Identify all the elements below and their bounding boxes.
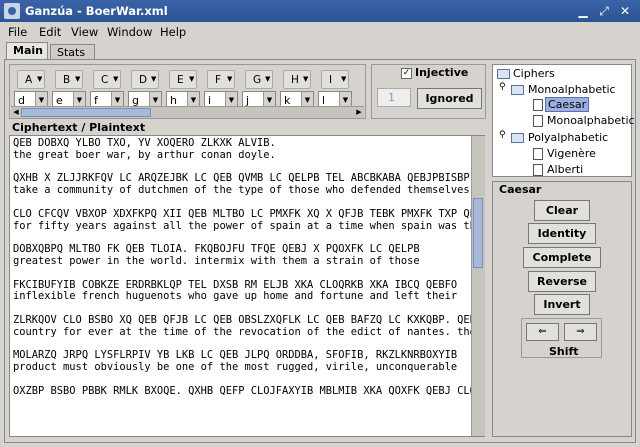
down-arrow-icon: ▼ [189,75,195,83]
key-letter-button[interactable]: I ▼ [321,70,349,89]
tab-stats[interactable]: Stats [50,44,95,60]
injective-label: Injective [415,66,469,79]
tree-root-ciphers[interactable]: Ciphers [513,67,555,80]
cipher-tree: Ciphers ⚲ Monoalphabetic Caesar Monoalph… [492,64,635,177]
file-icon [533,164,543,176]
menu-view[interactable]: View [71,25,98,39]
close-icon[interactable]: ✕ [617,3,633,19]
tree-group-polyalphabetic[interactable]: Polyalphabetic [528,131,608,144]
key-letter-button[interactable]: F ▼ [207,70,235,89]
app-icon [4,3,20,19]
injective-checkbox[interactable]: ✓ [401,68,412,79]
key-letter-button[interactable]: E ▼ [169,70,197,89]
shift-label: Shift [549,345,579,358]
restore-icon[interactable]: ⤢ [596,3,612,19]
text-vertical-scrollbar[interactable] [471,136,485,436]
scrollbar-thumb[interactable] [473,198,483,268]
ciphertext-label: Ciphertext / Plaintext [12,121,146,134]
down-arrow-icon: ▼ [151,75,157,83]
reverse-button[interactable]: Reverse [528,271,596,292]
tree-group-monoalphabetic[interactable]: Monoalphabetic [528,83,616,96]
menu-file[interactable]: File [8,25,27,39]
key-letter-button[interactable]: D ▼ [131,70,159,89]
menu-window[interactable]: Window [107,25,152,39]
minimize-icon[interactable]: ▁ [575,3,591,19]
folder-icon [497,69,510,79]
key-letter-button[interactable]: B ▼ [55,70,83,89]
panel-title: Caesar [499,183,542,196]
tree-item-vigenere[interactable]: Vigenère [547,147,596,160]
invert-button[interactable]: Invert [534,294,590,315]
key-letter-button[interactable]: H ▼ [283,70,311,89]
key-horizontal-scrollbar[interactable]: ◀ ▶ [11,106,364,118]
down-arrow-icon: ▼ [227,75,233,83]
tree-item-monoalphabetic[interactable]: Monoalphabetic [547,114,635,127]
down-arrow-icon: ▼ [113,75,119,83]
identity-button[interactable]: Identity [528,223,596,244]
clear-button[interactable]: Clear [534,200,590,221]
ciphertext-textarea[interactable]: QEB DOBXQ YLBO TXO, YV XOQERO ZLKXK ALVI… [9,135,485,437]
expand-toggle-icon[interactable]: ⚲ [499,82,506,92]
down-arrow-icon: ▼ [37,75,43,83]
ignored-button[interactable]: Ignored [417,88,482,109]
menu-bar: File Edit View Window Help [0,22,640,42]
down-arrow-icon: ▼ [303,75,309,83]
scrollbar-thumb[interactable] [21,108,151,117]
complete-button[interactable]: Complete [523,247,601,268]
key-letter-button[interactable]: G ▼ [245,70,273,89]
folder-icon [511,85,524,95]
tree-item-caesar[interactable]: Caesar [545,97,590,112]
title-bar: Ganzúa - BoerWar.xml ▁ ⤢ ✕ [0,0,640,22]
down-arrow-icon: ▼ [265,75,271,83]
menu-help[interactable]: Help [160,25,186,39]
key-letter-button[interactable]: C ▼ [93,70,121,89]
shift-right-button[interactable]: ⇒ [564,323,597,341]
injective-panel: ✓ Injective 1 Ignored [371,64,486,119]
folder-icon [511,133,524,143]
window-title: Ganzúa - BoerWar.xml [25,4,168,18]
down-arrow-icon: ▼ [75,75,81,83]
file-icon [533,115,543,127]
file-icon [533,148,543,160]
tree-item-alberti[interactable]: Alberti [547,163,583,176]
expand-toggle-icon[interactable]: ⚲ [499,130,506,140]
shift-group: ⇐ ⇒ Shift [521,318,602,358]
shift-spinner[interactable]: 1 [377,88,411,107]
tab-main[interactable]: Main [6,42,48,60]
ciphertext-content: QEB DOBXQ YLBO TXO, YV XOQERO ZLKXK ALVI… [13,137,482,397]
shift-left-button[interactable]: ⇐ [526,323,559,341]
file-icon [533,99,543,111]
scroll-right-icon[interactable]: ▶ [354,107,364,118]
menu-edit[interactable]: Edit [39,25,61,39]
key-letter-button[interactable]: A ▼ [17,70,45,89]
down-arrow-icon: ▼ [341,75,347,83]
scroll-left-icon[interactable]: ◀ [11,107,21,118]
